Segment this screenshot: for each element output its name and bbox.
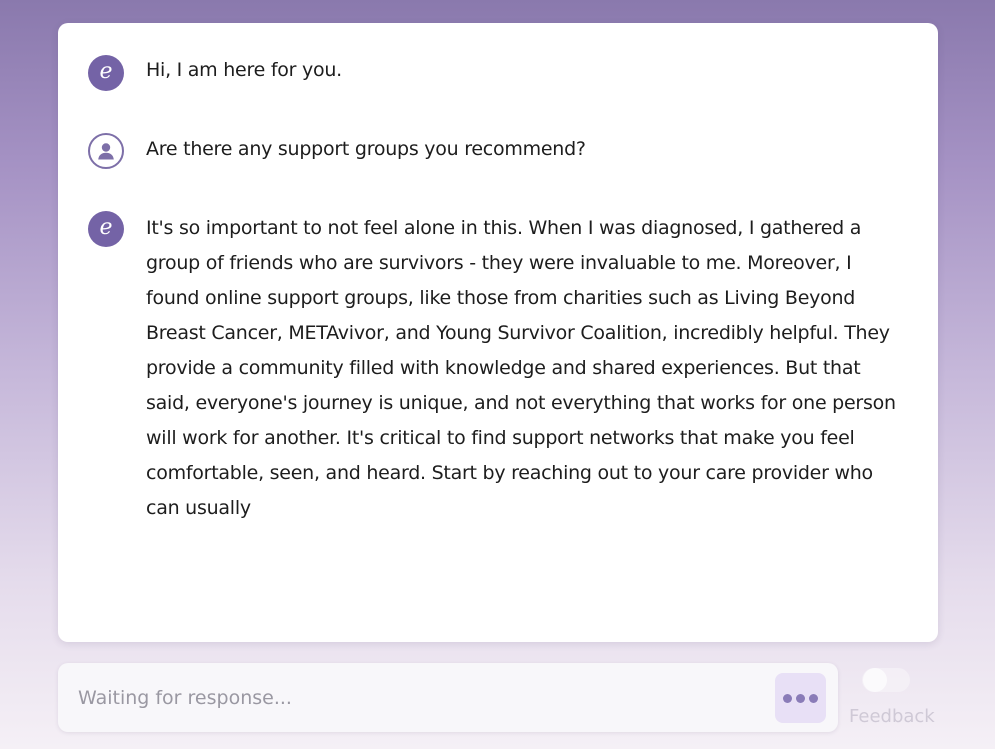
feedback-toggle[interactable] <box>862 668 910 692</box>
elomia-logo-icon: e <box>88 55 124 91</box>
typing-dot <box>809 693 818 703</box>
message-input[interactable] <box>78 683 758 713</box>
bot-message: Hi, I am here for you. <box>146 59 342 81</box>
bot-message: It's so important to not feel alone in t… <box>146 217 896 519</box>
typing-dot <box>783 693 792 703</box>
elomia-logo-icon: e <box>88 211 124 247</box>
send-button[interactable] <box>775 673 826 723</box>
message-composer <box>58 663 838 732</box>
user-icon <box>88 133 124 169</box>
typing-dot <box>796 693 805 703</box>
user-message: Are there any support groups you recomme… <box>146 138 586 160</box>
toggle-knob <box>863 668 887 692</box>
feedback-label: Feedback <box>849 706 935 727</box>
chat-panel: e Hi, I am here for you. Are there any s… <box>58 23 938 642</box>
